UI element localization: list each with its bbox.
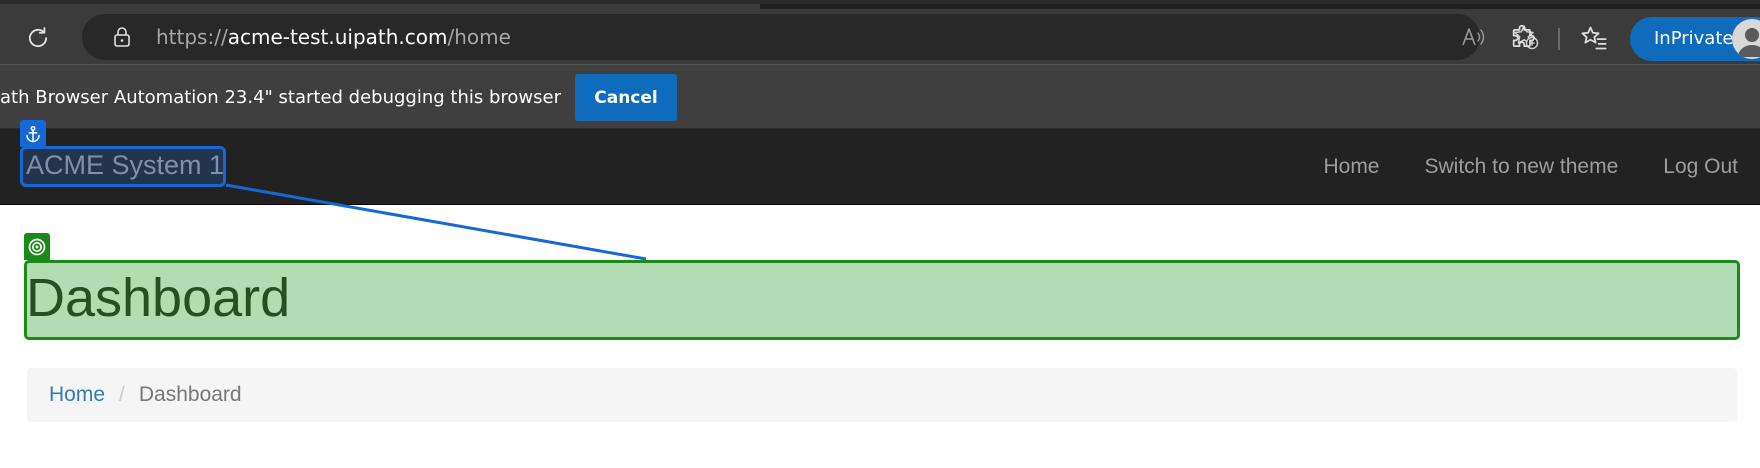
nav-links: Home Switch to new theme Log Out <box>1323 129 1738 205</box>
url-host: acme-test.uipath.com <box>227 25 448 49</box>
reload-icon <box>28 27 48 48</box>
breadcrumb-current: Dashboard <box>138 383 242 406</box>
tab-strip-edge <box>760 4 1760 9</box>
url-path: /home <box>447 25 511 49</box>
reload-button[interactable] <box>16 16 60 60</box>
favorites-icon <box>1581 26 1607 50</box>
site-navbar: ACME System 1 Home Switch to new theme L… <box>0 129 1760 205</box>
breadcrumb-separator: / <box>119 383 125 406</box>
page-title: Dashboard <box>26 268 291 328</box>
favorites-button[interactable] <box>1574 18 1614 58</box>
extensions-button[interactable] <box>1503 18 1543 58</box>
cancel-debugging-button[interactable]: Cancel <box>575 74 677 121</box>
lock-icon[interactable] <box>110 25 134 49</box>
anchor-highlight <box>20 146 226 187</box>
address-bar[interactable]: https://acme-test.uipath.com/home <box>82 14 1539 60</box>
extensions-icon <box>1512 24 1535 48</box>
browser-toolbar: https://acme-test.uipath.com/home InPriv… <box>0 0 1760 64</box>
nav-link-home[interactable]: Home <box>1323 155 1379 179</box>
target-icon <box>28 238 46 255</box>
nav-link-switch-theme[interactable]: Switch to new theme <box>1425 155 1619 179</box>
debugging-message: ath Browser Automation 23.4" started deb… <box>0 87 561 108</box>
toolbar-separator <box>1558 28 1560 50</box>
url-text[interactable]: https://acme-test.uipath.com/home <box>156 14 511 60</box>
url-scheme: https:// <box>156 25 228 49</box>
anchor-icon <box>26 125 40 142</box>
nav-link-log-out[interactable]: Log Out <box>1663 155 1738 179</box>
read-aloud-icon[interactable] <box>1460 24 1486 50</box>
breadcrumb: Home / Dashboard <box>27 368 1737 422</box>
debugging-info-bar: ath Browser Automation 23.4" started deb… <box>0 64 1760 129</box>
anchor-badge <box>20 120 46 147</box>
target-badge <box>24 233 50 260</box>
inprivate-label: InPrivate <box>1654 28 1734 49</box>
breadcrumb-home[interactable]: Home <box>49 383 105 407</box>
